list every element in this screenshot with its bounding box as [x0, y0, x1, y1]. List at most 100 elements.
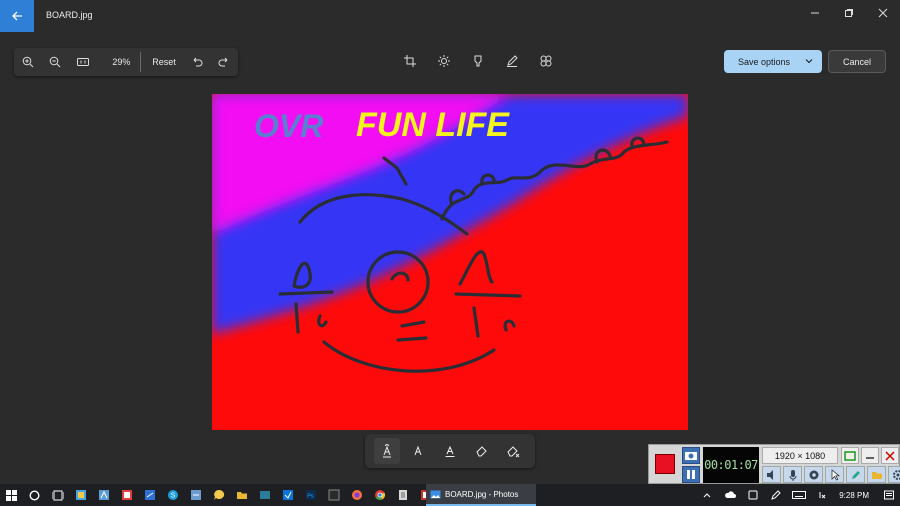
cancel-button[interactable]: Cancel [828, 50, 886, 73]
task-view-button[interactable] [46, 484, 69, 506]
taskbar-app-4[interactable] [138, 484, 161, 506]
close-icon [885, 450, 895, 461]
reset-button[interactable]: Reset [145, 57, 182, 67]
chat-icon [213, 489, 224, 500]
actual-size-button[interactable] [69, 48, 97, 76]
crop-icon [404, 55, 416, 67]
save-options-button[interactable]: Save options [724, 50, 822, 73]
taskbar-app-6[interactable] [253, 484, 276, 506]
divider [140, 52, 142, 72]
camera-icon [685, 452, 697, 460]
show-hidden-icons-button[interactable] [695, 484, 718, 506]
onedrive-button[interactable] [718, 484, 741, 506]
tray-app-button[interactable] [741, 484, 764, 506]
pencil-button[interactable] [405, 438, 431, 464]
notification-icon [883, 490, 894, 500]
recorder-close-button[interactable] [881, 447, 899, 464]
folder-button[interactable] [867, 466, 886, 483]
eraser-button[interactable] [469, 438, 495, 464]
taskbar-app-2[interactable] [92, 484, 115, 506]
screen-recorder-panel: 00:01:07 1920 × 1080 [648, 444, 900, 484]
close-icon [878, 8, 888, 18]
pencil-icon [851, 470, 860, 479]
highlighter-button[interactable] [437, 438, 463, 464]
firefox-icon [351, 490, 362, 500]
pen-icon [770, 490, 781, 500]
zoom-in-button[interactable] [14, 48, 42, 76]
keyboard-icon [791, 491, 806, 499]
taskbar-app-3[interactable] [115, 484, 138, 506]
cursor-button[interactable] [825, 466, 844, 483]
search-button[interactable] [23, 484, 46, 506]
minimize-icon [811, 12, 819, 14]
photoshop-button[interactable]: Ps [299, 484, 322, 506]
firefox-button[interactable] [345, 484, 368, 506]
undo-icon [193, 57, 203, 67]
windows-logo-icon [6, 489, 17, 501]
filter-icon [474, 55, 482, 67]
clock[interactable]: 9:28 PM [833, 491, 877, 500]
recorder-minimize-button[interactable] [861, 447, 879, 464]
settings-button[interactable] [888, 466, 900, 483]
filter-button[interactable] [466, 49, 490, 73]
taskbar-app-1[interactable] [69, 484, 92, 506]
cursor-icon [831, 468, 840, 480]
speaker-button[interactable] [762, 466, 781, 483]
webcam-button[interactable] [804, 466, 823, 483]
window-title: BOARD.jpg [46, 10, 93, 20]
svg-text:Ps: Ps [307, 493, 314, 499]
erase-all-button[interactable] [500, 438, 526, 464]
pause-button[interactable] [682, 466, 700, 483]
highlighter-icon [445, 445, 455, 457]
crop-button[interactable] [398, 49, 422, 73]
effects-icon [540, 55, 552, 67]
photos-icon [430, 490, 441, 498]
markup-button[interactable] [500, 49, 524, 73]
recording-timer: 00:01:07 [703, 447, 759, 483]
chrome-button[interactable] [368, 484, 391, 506]
region-button[interactable] [841, 447, 859, 464]
maximize-button[interactable] [832, 0, 866, 26]
messenger-button[interactable] [207, 484, 230, 506]
start-button[interactable] [0, 484, 23, 506]
ovr-text: OVR [254, 108, 323, 144]
minimize-button[interactable] [798, 0, 832, 26]
markup-toolbar [365, 434, 535, 468]
notifications-button[interactable] [877, 484, 900, 506]
zoom-toolbar: 29% Reset [14, 48, 238, 76]
screenshot-button[interactable] [682, 447, 700, 464]
recorder-options-row [762, 466, 900, 483]
taskbar: S Ps BOARD.jpg - Photos 9:28 PM [0, 484, 900, 506]
chevron-up-icon [703, 493, 711, 498]
rectangle-icon [844, 450, 856, 461]
save-options-label: Save options [738, 56, 791, 67]
ballpoint-pen-button[interactable] [373, 438, 400, 464]
taskbar-app-8[interactable] [322, 484, 345, 506]
close-button[interactable] [866, 0, 900, 26]
draw-button[interactable] [846, 466, 865, 483]
file-explorer-button[interactable] [230, 484, 253, 506]
pencil-icon [414, 445, 422, 456]
input-language-button[interactable] [810, 484, 833, 506]
back-arrow-icon [12, 11, 22, 21]
svg-text:S: S [170, 493, 175, 500]
back-button[interactable] [0, 0, 34, 32]
touch-keyboard-button[interactable] [787, 484, 810, 506]
zoom-in-icon [22, 56, 34, 68]
microphone-button[interactable] [783, 466, 802, 483]
taskbar-app-9[interactable] [391, 484, 414, 506]
adjust-button[interactable] [432, 49, 456, 73]
redo-button[interactable] [210, 48, 238, 76]
effects-button[interactable] [534, 49, 558, 73]
taskbar-app-7[interactable] [276, 484, 299, 506]
taskbar-app-5[interactable] [184, 484, 207, 506]
app-icon [121, 490, 132, 500]
taskbar-active-app[interactable]: BOARD.jpg - Photos [426, 484, 536, 506]
image-canvas[interactable]: OVR FUN LIFE [212, 94, 688, 430]
skype-button[interactable]: S [161, 484, 184, 506]
zoom-out-button[interactable] [42, 48, 70, 76]
speaker-icon [766, 469, 773, 480]
undo-button[interactable] [183, 48, 211, 76]
pen-workspace-button[interactable] [764, 484, 787, 506]
stop-record-button[interactable] [655, 454, 675, 474]
